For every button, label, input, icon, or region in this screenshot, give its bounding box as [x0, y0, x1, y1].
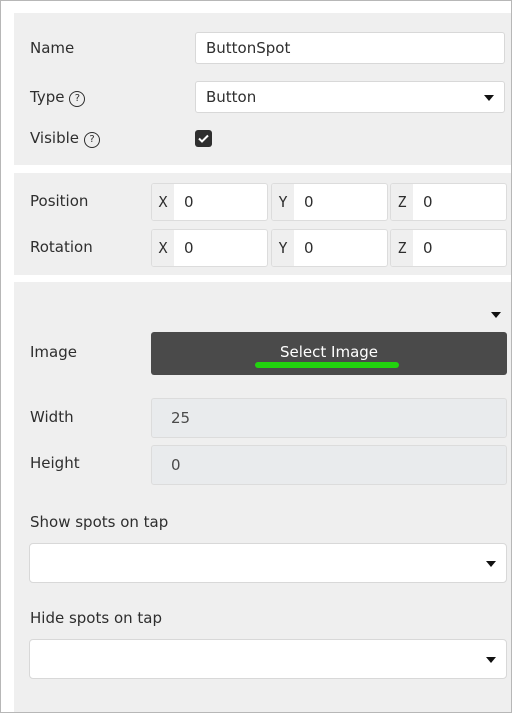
type-select-value: Button — [206, 88, 257, 106]
caret-down-icon[interactable] — [491, 312, 501, 318]
axis-x-label: X — [152, 184, 174, 220]
axis-x-label: X — [152, 230, 174, 266]
type-label: Type? — [30, 88, 86, 107]
show-spots-label: Show spots on tap — [30, 513, 169, 531]
caret-down-icon — [486, 561, 496, 567]
width-label: Width — [30, 408, 74, 426]
position-y-field[interactable]: Y 0 — [271, 183, 388, 221]
caret-down-icon — [484, 95, 494, 101]
button-settings-section: Image Select Image Width 25 Height 0 Sho… — [14, 282, 511, 712]
hide-spots-label: Hide spots on tap — [30, 609, 162, 627]
axis-y-label: Y — [272, 184, 294, 220]
rotation-z-field[interactable]: Z 0 — [390, 229, 507, 267]
transform-section: Position X 0 Y 0 Z 0 Rotation X 0 Y 0 Z … — [14, 173, 511, 275]
rotation-y-field[interactable]: Y 0 — [271, 229, 388, 267]
type-select[interactable]: Button — [195, 81, 505, 113]
rotation-x-value: 0 — [184, 239, 194, 257]
hide-spots-select[interactable] — [29, 639, 507, 679]
visible-label-text: Visible — [30, 129, 79, 147]
position-z-field[interactable]: Z 0 — [390, 183, 507, 221]
position-x-value: 0 — [184, 193, 194, 211]
axis-z-label: Z — [391, 230, 413, 266]
help-circle-icon[interactable]: ? — [84, 132, 100, 148]
help-circle-icon[interactable]: ? — [69, 91, 86, 107]
height-label: Height — [30, 454, 80, 472]
rotation-label: Rotation — [30, 238, 93, 256]
highlight-underline — [255, 362, 399, 368]
visible-label: Visible? — [30, 129, 100, 148]
position-y-value: 0 — [304, 193, 314, 211]
type-label-text: Type — [30, 88, 65, 106]
properties-panel: Name ButtonSpot Type? Button Visible? Po… — [0, 0, 512, 713]
caret-down-icon — [486, 657, 496, 663]
position-x-field[interactable]: X 0 — [151, 183, 268, 221]
rotation-z-value: 0 — [423, 239, 433, 257]
position-z-value: 0 — [423, 193, 433, 211]
visible-checkbox[interactable] — [195, 130, 212, 147]
position-label: Position — [30, 192, 89, 210]
axis-y-label: Y — [272, 230, 294, 266]
height-field[interactable]: 0 — [151, 445, 507, 485]
image-label: Image — [30, 343, 77, 361]
rotation-x-field[interactable]: X 0 — [151, 229, 268, 267]
show-spots-select[interactable] — [29, 543, 507, 583]
name-label: Name — [30, 39, 75, 57]
checkmark-icon — [198, 134, 209, 143]
general-section: Name ButtonSpot Type? Button Visible? — [14, 13, 511, 165]
width-field[interactable]: 25 — [151, 398, 507, 438]
name-input[interactable]: ButtonSpot — [195, 32, 505, 64]
select-image-button[interactable]: Select Image — [151, 332, 507, 375]
axis-z-label: Z — [391, 184, 413, 220]
rotation-y-value: 0 — [304, 239, 314, 257]
